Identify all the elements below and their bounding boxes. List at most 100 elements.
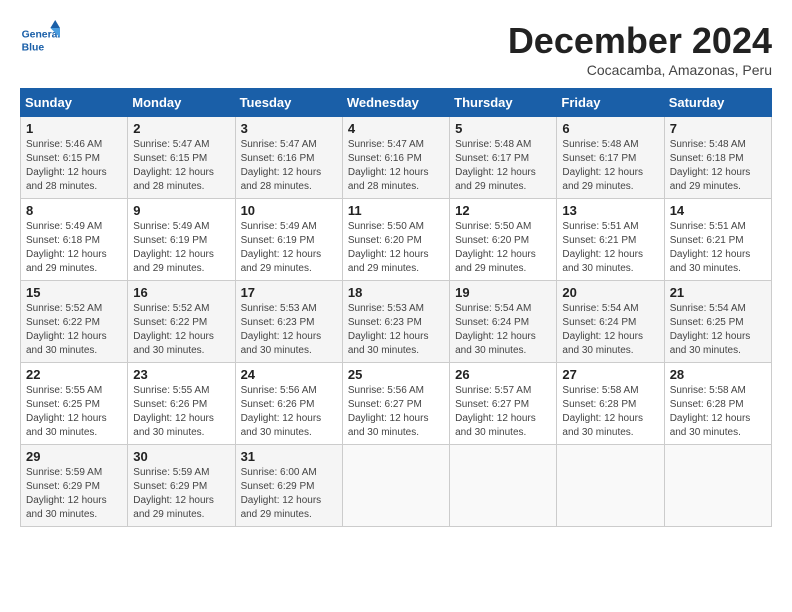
- col-wednesday: Wednesday: [342, 89, 449, 117]
- day-info: Sunrise: 5:59 AM Sunset: 6:29 PM Dayligh…: [26, 466, 122, 522]
- day-info: Sunrise: 5:48 AM Sunset: 6:17 PM Dayligh…: [455, 138, 551, 194]
- calendar-week-row: 8 Sunrise: 5:49 AM Sunset: 6:18 PM Dayli…: [21, 199, 772, 281]
- svg-text:Blue: Blue: [22, 42, 45, 53]
- day-info: Sunrise: 5:52 AM Sunset: 6:22 PM Dayligh…: [26, 302, 122, 358]
- calendar-week-row: 22 Sunrise: 5:55 AM Sunset: 6:25 PM Dayl…: [21, 363, 772, 445]
- calendar-cell: 11 Sunrise: 5:50 AM Sunset: 6:20 PM Dayl…: [342, 199, 449, 281]
- day-info: Sunrise: 5:58 AM Sunset: 6:28 PM Dayligh…: [670, 384, 766, 440]
- day-info: Sunrise: 5:51 AM Sunset: 6:21 PM Dayligh…: [562, 220, 658, 276]
- calendar-table: Sunday Monday Tuesday Wednesday Thursday…: [20, 88, 772, 527]
- calendar-cell: 10 Sunrise: 5:49 AM Sunset: 6:19 PM Dayl…: [235, 199, 342, 281]
- calendar-cell: 8 Sunrise: 5:49 AM Sunset: 6:18 PM Dayli…: [21, 199, 128, 281]
- calendar-cell: 3 Sunrise: 5:47 AM Sunset: 6:16 PM Dayli…: [235, 117, 342, 199]
- day-number: 26: [455, 367, 551, 382]
- day-number: 21: [670, 285, 766, 300]
- month-title: December 2024: [508, 20, 772, 62]
- calendar-cell: 4 Sunrise: 5:47 AM Sunset: 6:16 PM Dayli…: [342, 117, 449, 199]
- calendar-body: 1 Sunrise: 5:46 AM Sunset: 6:15 PM Dayli…: [21, 117, 772, 527]
- calendar-cell: [342, 445, 449, 527]
- day-info: Sunrise: 5:50 AM Sunset: 6:20 PM Dayligh…: [348, 220, 444, 276]
- day-info: Sunrise: 5:57 AM Sunset: 6:27 PM Dayligh…: [455, 384, 551, 440]
- calendar-cell: 29 Sunrise: 5:59 AM Sunset: 6:29 PM Dayl…: [21, 445, 128, 527]
- day-number: 14: [670, 203, 766, 218]
- logo: General Blue: [20, 20, 64, 60]
- day-info: Sunrise: 5:49 AM Sunset: 6:18 PM Dayligh…: [26, 220, 122, 276]
- calendar-cell: [450, 445, 557, 527]
- day-info: Sunrise: 5:54 AM Sunset: 6:24 PM Dayligh…: [562, 302, 658, 358]
- day-info: Sunrise: 5:54 AM Sunset: 6:24 PM Dayligh…: [455, 302, 551, 358]
- col-tuesday: Tuesday: [235, 89, 342, 117]
- calendar-cell: [557, 445, 664, 527]
- calendar-cell: 26 Sunrise: 5:57 AM Sunset: 6:27 PM Dayl…: [450, 363, 557, 445]
- day-number: 1: [26, 121, 122, 136]
- day-number: 5: [455, 121, 551, 136]
- day-number: 23: [133, 367, 229, 382]
- day-number: 10: [241, 203, 337, 218]
- calendar-cell: 21 Sunrise: 5:54 AM Sunset: 6:25 PM Dayl…: [664, 281, 771, 363]
- col-monday: Monday: [128, 89, 235, 117]
- logo-icon: General Blue: [20, 20, 60, 60]
- calendar-cell: 6 Sunrise: 5:48 AM Sunset: 6:17 PM Dayli…: [557, 117, 664, 199]
- day-number: 18: [348, 285, 444, 300]
- day-number: 13: [562, 203, 658, 218]
- day-info: Sunrise: 5:58 AM Sunset: 6:28 PM Dayligh…: [562, 384, 658, 440]
- calendar-cell: 1 Sunrise: 5:46 AM Sunset: 6:15 PM Dayli…: [21, 117, 128, 199]
- day-info: Sunrise: 5:47 AM Sunset: 6:15 PM Dayligh…: [133, 138, 229, 194]
- day-info: Sunrise: 5:48 AM Sunset: 6:17 PM Dayligh…: [562, 138, 658, 194]
- page-header: General Blue December 2024 Cocacamba, Am…: [20, 20, 772, 78]
- calendar-cell: 16 Sunrise: 5:52 AM Sunset: 6:22 PM Dayl…: [128, 281, 235, 363]
- day-number: 22: [26, 367, 122, 382]
- day-number: 20: [562, 285, 658, 300]
- col-friday: Friday: [557, 89, 664, 117]
- title-block: December 2024 Cocacamba, Amazonas, Peru: [508, 20, 772, 78]
- day-info: Sunrise: 5:55 AM Sunset: 6:26 PM Dayligh…: [133, 384, 229, 440]
- calendar-cell: 13 Sunrise: 5:51 AM Sunset: 6:21 PM Dayl…: [557, 199, 664, 281]
- day-info: Sunrise: 5:56 AM Sunset: 6:27 PM Dayligh…: [348, 384, 444, 440]
- day-number: 28: [670, 367, 766, 382]
- calendar-cell: 22 Sunrise: 5:55 AM Sunset: 6:25 PM Dayl…: [21, 363, 128, 445]
- calendar-cell: 17 Sunrise: 5:53 AM Sunset: 6:23 PM Dayl…: [235, 281, 342, 363]
- day-info: Sunrise: 6:00 AM Sunset: 6:29 PM Dayligh…: [241, 466, 337, 522]
- calendar-cell: 28 Sunrise: 5:58 AM Sunset: 6:28 PM Dayl…: [664, 363, 771, 445]
- calendar-cell: 5 Sunrise: 5:48 AM Sunset: 6:17 PM Dayli…: [450, 117, 557, 199]
- calendar-week-row: 15 Sunrise: 5:52 AM Sunset: 6:22 PM Dayl…: [21, 281, 772, 363]
- col-thursday: Thursday: [450, 89, 557, 117]
- calendar-cell: 23 Sunrise: 5:55 AM Sunset: 6:26 PM Dayl…: [128, 363, 235, 445]
- day-number: 11: [348, 203, 444, 218]
- calendar-cell: 19 Sunrise: 5:54 AM Sunset: 6:24 PM Dayl…: [450, 281, 557, 363]
- col-sunday: Sunday: [21, 89, 128, 117]
- day-number: 31: [241, 449, 337, 464]
- location: Cocacamba, Amazonas, Peru: [508, 62, 772, 78]
- day-info: Sunrise: 5:50 AM Sunset: 6:20 PM Dayligh…: [455, 220, 551, 276]
- day-number: 12: [455, 203, 551, 218]
- day-number: 2: [133, 121, 229, 136]
- day-info: Sunrise: 5:53 AM Sunset: 6:23 PM Dayligh…: [241, 302, 337, 358]
- calendar-cell: 9 Sunrise: 5:49 AM Sunset: 6:19 PM Dayli…: [128, 199, 235, 281]
- day-number: 19: [455, 285, 551, 300]
- calendar-header-row: Sunday Monday Tuesday Wednesday Thursday…: [21, 89, 772, 117]
- day-info: Sunrise: 5:47 AM Sunset: 6:16 PM Dayligh…: [348, 138, 444, 194]
- day-number: 30: [133, 449, 229, 464]
- day-info: Sunrise: 5:53 AM Sunset: 6:23 PM Dayligh…: [348, 302, 444, 358]
- day-info: Sunrise: 5:51 AM Sunset: 6:21 PM Dayligh…: [670, 220, 766, 276]
- calendar-week-row: 1 Sunrise: 5:46 AM Sunset: 6:15 PM Dayli…: [21, 117, 772, 199]
- calendar-cell: 25 Sunrise: 5:56 AM Sunset: 6:27 PM Dayl…: [342, 363, 449, 445]
- day-number: 7: [670, 121, 766, 136]
- calendar-cell: 18 Sunrise: 5:53 AM Sunset: 6:23 PM Dayl…: [342, 281, 449, 363]
- day-number: 3: [241, 121, 337, 136]
- day-info: Sunrise: 5:49 AM Sunset: 6:19 PM Dayligh…: [133, 220, 229, 276]
- col-saturday: Saturday: [664, 89, 771, 117]
- day-number: 27: [562, 367, 658, 382]
- day-number: 17: [241, 285, 337, 300]
- calendar-cell: 12 Sunrise: 5:50 AM Sunset: 6:20 PM Dayl…: [450, 199, 557, 281]
- calendar-cell: 20 Sunrise: 5:54 AM Sunset: 6:24 PM Dayl…: [557, 281, 664, 363]
- calendar-cell: 7 Sunrise: 5:48 AM Sunset: 6:18 PM Dayli…: [664, 117, 771, 199]
- day-info: Sunrise: 5:56 AM Sunset: 6:26 PM Dayligh…: [241, 384, 337, 440]
- day-info: Sunrise: 5:59 AM Sunset: 6:29 PM Dayligh…: [133, 466, 229, 522]
- calendar-cell: 27 Sunrise: 5:58 AM Sunset: 6:28 PM Dayl…: [557, 363, 664, 445]
- day-info: Sunrise: 5:52 AM Sunset: 6:22 PM Dayligh…: [133, 302, 229, 358]
- day-info: Sunrise: 5:47 AM Sunset: 6:16 PM Dayligh…: [241, 138, 337, 194]
- day-number: 4: [348, 121, 444, 136]
- calendar-cell: 14 Sunrise: 5:51 AM Sunset: 6:21 PM Dayl…: [664, 199, 771, 281]
- day-number: 15: [26, 285, 122, 300]
